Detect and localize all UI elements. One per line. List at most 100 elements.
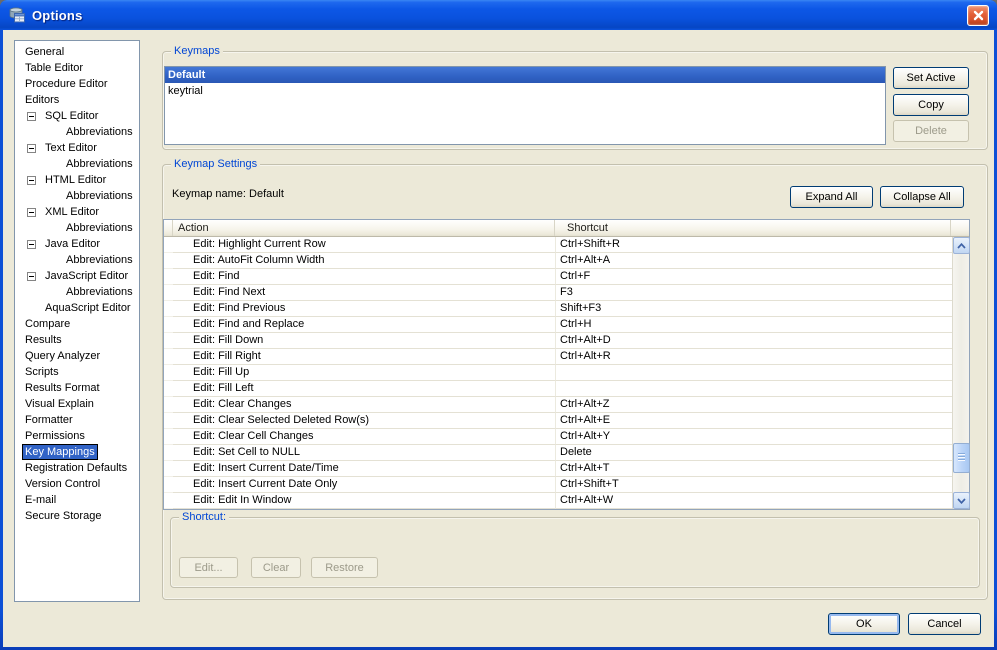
table-row[interactable]: Edit: Insert Current Date Only Ctrl+Shift… — [164, 477, 952, 493]
copy-button[interactable]: Copy — [893, 94, 969, 116]
keymaps-list: Default keytrial — [164, 66, 886, 145]
shortcut-cell: Ctrl+Alt+R — [555, 349, 952, 365]
sidebar-item-label: Formatter — [25, 414, 73, 426]
scrollbar-thumb[interactable] — [953, 443, 970, 473]
sidebar-item-sql-editor[interactable]: SQL Editor — [15, 108, 139, 124]
table-row[interactable]: Edit: Fill Up — [164, 365, 952, 381]
shortcut-cell: Ctrl+Alt+E — [555, 413, 952, 429]
sidebar-item-general[interactable]: General — [15, 44, 139, 60]
collapse-minus-icon[interactable] — [27, 175, 36, 185]
keymaps-group-label: Keymaps — [171, 45, 223, 58]
table-row[interactable]: Edit: Set Cell to NULL Delete — [164, 445, 952, 461]
sidebar-item-registration-defaults[interactable]: Registration Defaults — [15, 460, 139, 476]
collapse-minus-icon[interactable] — [27, 271, 36, 281]
table-row[interactable]: Edit: Find Ctrl+F — [164, 269, 952, 285]
ok-button[interactable]: OK — [828, 613, 900, 635]
scroll-down-button[interactable] — [953, 492, 970, 509]
sidebar-item-label: AquaScript Editor — [45, 302, 131, 314]
sidebar-item-scripts[interactable]: Scripts — [15, 364, 139, 380]
table-body: Edit: Highlight Current Row Ctrl+Shift+R E… — [164, 237, 952, 509]
sidebar-item-compare[interactable]: Compare — [15, 316, 139, 332]
table-row[interactable]: Edit: Clear Changes Ctrl+Alt+Z — [164, 397, 952, 413]
table-header: Action Shortcut — [164, 220, 969, 237]
sidebar-item-xml-editor[interactable]: XML Editor — [15, 204, 139, 220]
sidebar-item-visual-explain[interactable]: Visual Explain — [15, 396, 139, 412]
sidebar-item-text-editor[interactable]: Text Editor — [15, 140, 139, 156]
collapse-minus-icon[interactable] — [27, 111, 36, 121]
sidebar-item-results-format[interactable]: Results Format — [15, 380, 139, 396]
keymap-list-item[interactable]: Default — [165, 67, 885, 83]
sidebar-item-label: E-mail — [25, 494, 57, 506]
sidebar-item-label: Java Editor — [45, 238, 101, 250]
sidebar-item-abbreviations[interactable]: Abbreviations — [15, 124, 139, 140]
action-cell: Edit: Find and Replace — [173, 317, 555, 333]
sidebar-item-table-editor[interactable]: Table Editor — [15, 60, 139, 76]
table-row[interactable]: Edit: Insert Current Date/Time Ctrl+Alt+T — [164, 461, 952, 477]
action-cell: Edit: Fill Up — [173, 365, 555, 381]
row-gutter — [164, 269, 173, 285]
scroll-up-button[interactable] — [953, 237, 970, 254]
sidebar-item-secure-storage[interactable]: Secure Storage — [15, 508, 139, 524]
sidebar-item-java-editor[interactable]: Java Editor — [15, 236, 139, 252]
table-row[interactable]: Edit: Clear Selected Deleted Row(s) Ctrl+… — [164, 413, 952, 429]
sidebar-item-aquascript-editor[interactable]: AquaScript Editor — [15, 300, 139, 316]
sidebar-item-abbreviations[interactable]: Abbreviations — [15, 284, 139, 300]
sidebar-item-formatter[interactable]: Formatter — [15, 412, 139, 428]
table-row[interactable]: Edit: Clear Cell Changes Ctrl+Alt+Y — [164, 429, 952, 445]
sidebar-item-query-analyzer[interactable]: Query Analyzer — [15, 348, 139, 364]
sidebar-item-abbreviations[interactable]: Abbreviations — [15, 220, 139, 236]
action-cell: Edit: Find Previous — [173, 301, 555, 317]
expand-all-button[interactable]: Expand All — [790, 186, 873, 208]
table-row[interactable]: Edit: Fill Down Ctrl+Alt+D — [164, 333, 952, 349]
cancel-button[interactable]: Cancel — [908, 613, 981, 635]
table-row[interactable]: Edit: Find and Replace Ctrl+H — [164, 317, 952, 333]
table-row[interactable]: Edit: Highlight Current Row Ctrl+Shift+R — [164, 237, 952, 253]
titlebar[interactable]: Options — [0, 0, 997, 30]
sidebar-item-label: Results Format — [25, 382, 100, 394]
sidebar-item-label: Text Editor — [45, 142, 97, 154]
sidebar-item-procedure-editor[interactable]: Procedure Editor — [15, 76, 139, 92]
row-gutter — [164, 381, 173, 397]
sidebar-item-abbreviations[interactable]: Abbreviations — [15, 188, 139, 204]
sidebar-item-label: Procedure Editor — [25, 78, 108, 90]
keymap-table: Action Shortcut Edit: Highlight Current … — [163, 219, 970, 510]
collapse-minus-icon[interactable] — [27, 239, 36, 249]
row-gutter — [164, 461, 173, 477]
collapse-minus-icon[interactable] — [27, 207, 36, 217]
table-row[interactable]: Edit: Fill Left — [164, 381, 952, 397]
table-row[interactable]: Edit: Find Next F3 — [164, 285, 952, 301]
table-row[interactable]: Edit: Edit In Window Ctrl+Alt+W — [164, 493, 952, 509]
sidebar-item-version-control[interactable]: Version Control — [15, 476, 139, 492]
sidebar-item-key-mappings[interactable]: Key Mappings — [15, 444, 139, 460]
sidebar-item-abbreviations[interactable]: Abbreviations — [15, 156, 139, 172]
row-gutter — [164, 317, 173, 333]
collapse-all-button[interactable]: Collapse All — [880, 186, 964, 208]
sidebar-item-label: Key Mappings — [22, 444, 98, 460]
sidebar-item-editors[interactable]: Editors — [15, 92, 139, 108]
action-cell: Edit: Clear Changes — [173, 397, 555, 413]
action-cell: Edit: Fill Left — [173, 381, 555, 397]
vertical-scrollbar[interactable] — [952, 237, 970, 509]
action-cell: Edit: Insert Current Date/Time — [173, 461, 555, 477]
sidebar-item-permissions[interactable]: Permissions — [15, 428, 139, 444]
sidebar-item-e-mail[interactable]: E-mail — [15, 492, 139, 508]
options-dialog: Options General Table Editor Procedure Edi… — [0, 0, 997, 650]
set-active-button[interactable]: Set Active — [893, 67, 969, 89]
sidebar-item-abbreviations[interactable]: Abbreviations — [15, 252, 139, 268]
table-header-end — [951, 220, 969, 236]
sidebar-item-javascript-editor[interactable]: JavaScript Editor — [15, 268, 139, 284]
table-row[interactable]: Edit: AutoFit Column Width Ctrl+Alt+A — [164, 253, 952, 269]
edit-shortcut-button: Edit... — [179, 557, 238, 578]
sidebar-item-label: XML Editor — [45, 206, 100, 218]
close-button[interactable] — [967, 5, 989, 26]
shortcut-cell: Ctrl+Alt+Z — [555, 397, 952, 413]
sidebar-item-results[interactable]: Results — [15, 332, 139, 348]
keymap-list-item[interactable]: keytrial — [165, 83, 885, 99]
row-gutter — [164, 429, 173, 445]
sidebar-item-html-editor[interactable]: HTML Editor — [15, 172, 139, 188]
collapse-minus-icon[interactable] — [27, 143, 36, 153]
column-header-shortcut[interactable]: Shortcut — [555, 220, 951, 236]
column-header-action[interactable]: Action — [173, 220, 555, 236]
table-row[interactable]: Edit: Find Previous Shift+F3 — [164, 301, 952, 317]
table-row[interactable]: Edit: Fill Right Ctrl+Alt+R — [164, 349, 952, 365]
